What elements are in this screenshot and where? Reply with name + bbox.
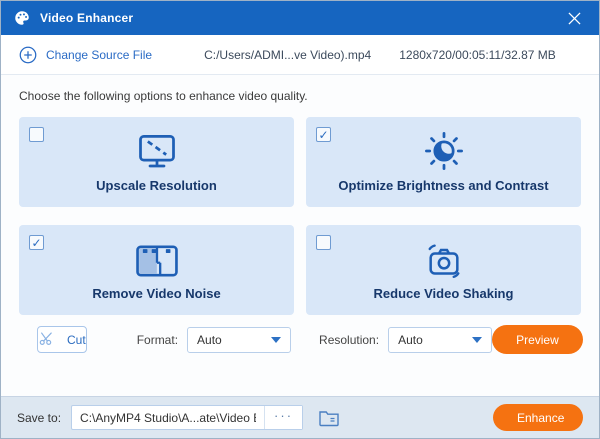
format-label: Format: — [136, 332, 179, 347]
monitor-upscale-icon — [19, 117, 294, 173]
remove-noise-label: Remove Video Noise — [92, 286, 221, 301]
window-title: Video Enhancer — [40, 11, 134, 25]
close-icon[interactable] — [561, 5, 587, 31]
option-card-optimize-brightness[interactable]: Optimize Brightness and Contrast — [306, 117, 581, 207]
video-enhancer-window: Video Enhancer Change Source File C:/Use… — [0, 0, 600, 439]
toolbar: Cut Format: Auto Resolution: Auto Previe… — [19, 315, 583, 354]
format-field: Format: Auto — [136, 326, 292, 353]
titlebar: Video Enhancer — [1, 1, 599, 35]
save-path-input[interactable] — [72, 406, 265, 429]
reduce-shaking-checkbox[interactable] — [316, 235, 331, 250]
optimize-brightness-checkbox[interactable] — [316, 127, 331, 142]
cut-button-label: Cut — [67, 332, 86, 347]
instruction-text: Choose the following options to enhance … — [19, 89, 308, 103]
scissors-icon — [38, 330, 55, 350]
upscale-resolution-label: Upscale Resolution — [96, 178, 217, 193]
option-cards-grid: Upscale Resolution ✓ Optimize Brightness… — [19, 117, 581, 315]
change-source-file-label: Change Source File — [46, 47, 153, 62]
option-card-remove-noise[interactable]: Remove Video Noise — [19, 225, 294, 315]
enhance-button[interactable]: Enhance — [493, 404, 583, 431]
main-content: Choose the following options to enhance … — [1, 75, 599, 396]
plus-circle-icon — [19, 46, 37, 64]
change-source-file-button[interactable]: Change Source File — [19, 46, 152, 64]
footer-bar: Save to: ··· Enhance — [1, 396, 599, 438]
option-card-reduce-shaking[interactable]: Reduce Video Shaking — [306, 225, 581, 315]
palette-app-icon — [13, 9, 31, 27]
cut-button[interactable]: Cut — [37, 326, 87, 353]
source-file-path: C:/Users/ADMI...ve Video).mp4 — [204, 47, 372, 62]
preview-button[interactable]: Preview — [492, 325, 583, 354]
camera-shake-icon — [306, 225, 581, 281]
resolution-label: Resolution: — [319, 332, 380, 347]
remove-noise-checkbox[interactable] — [29, 235, 44, 250]
option-card-upscale-resolution[interactable]: Upscale Resolution — [19, 117, 294, 207]
save-path-group: ··· — [71, 405, 304, 430]
save-to-label: Save to: — [17, 410, 62, 425]
upscale-resolution-checkbox[interactable] — [29, 127, 44, 142]
resolution-field: Resolution: Auto — [319, 326, 493, 353]
browse-button[interactable]: ··· — [264, 406, 303, 429]
resolution-value: Auto — [398, 332, 423, 347]
chevron-down-icon — [271, 336, 282, 343]
format-dropdown[interactable]: Auto — [187, 326, 292, 353]
resolution-dropdown[interactable]: Auto — [388, 326, 493, 353]
optimize-brightness-label: Optimize Brightness and Contrast — [338, 178, 549, 193]
chevron-down-icon — [472, 336, 483, 343]
open-folder-icon[interactable] — [316, 405, 342, 430]
brightness-contrast-icon — [306, 117, 581, 173]
source-file-bar: Change Source File C:/Users/ADMI...ve Vi… — [1, 35, 599, 75]
format-value: Auto — [197, 332, 222, 347]
source-file-info: 1280x720/00:05:11/32.87 MB — [399, 47, 556, 62]
film-strip-icon — [19, 225, 294, 281]
reduce-shaking-label: Reduce Video Shaking — [373, 286, 514, 301]
